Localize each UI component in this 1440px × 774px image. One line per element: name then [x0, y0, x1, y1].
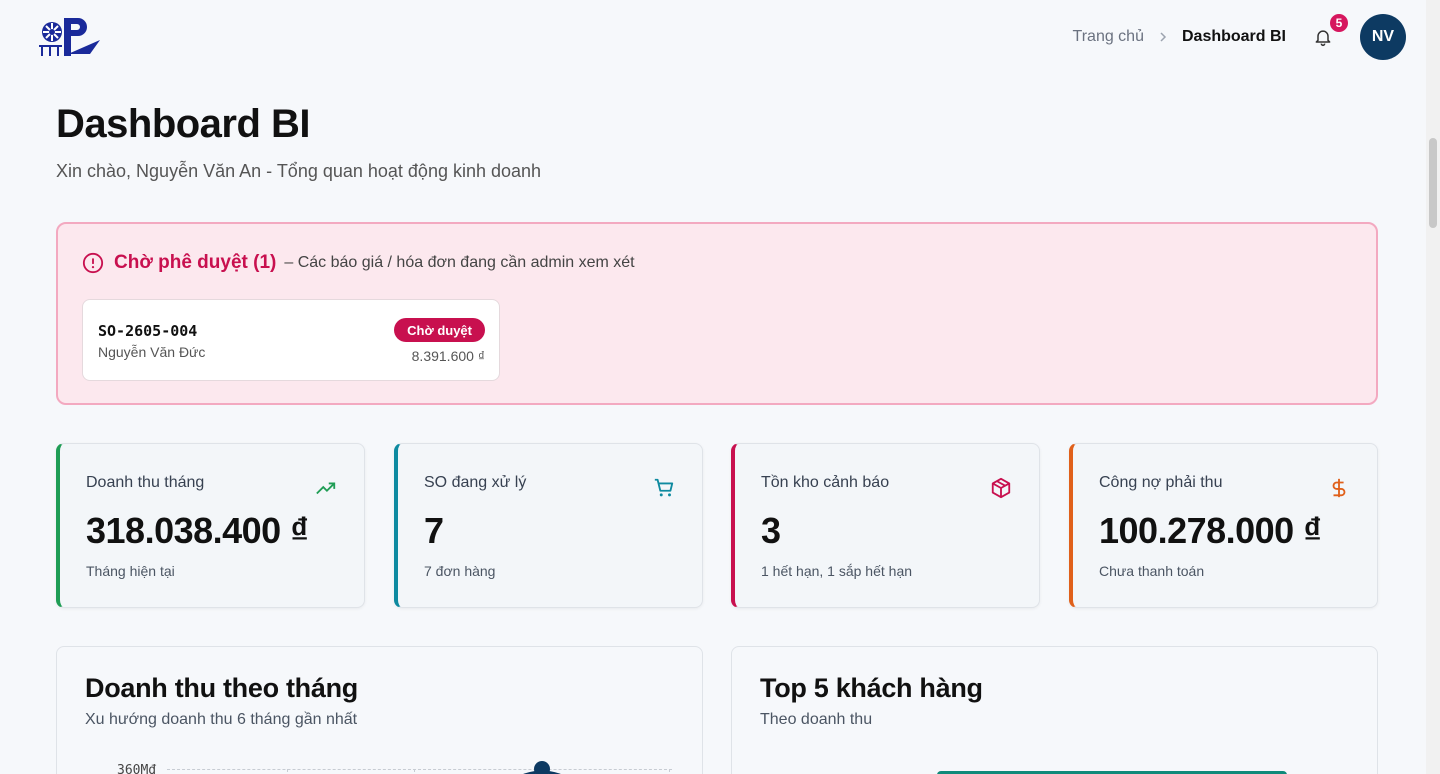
panel-title: Doanh thu theo tháng: [85, 673, 358, 703]
order-amount: 8.391.600 ₫: [411, 348, 485, 364]
dollar-icon: [1327, 476, 1351, 500]
panel-subtitle: Theo doanh thu: [760, 711, 873, 728]
chevron-right-icon: [1158, 31, 1168, 43]
stat-card-revenue[interactable]: Doanh thu tháng 318.038.400 ₫ Tháng hiện…: [56, 443, 365, 608]
stat-value: 3: [761, 510, 781, 551]
stat-label: SO đang xử lý: [424, 474, 527, 491]
stat-subtext: 1 hết hạn, 1 sắp hết hạn: [761, 563, 913, 579]
stat-subtext: Tháng hiện tại: [86, 563, 175, 579]
breadcrumb-current: Dashboard BI: [1181, 28, 1286, 45]
chart-gridline: [287, 769, 288, 774]
page-title: Dashboard BI: [56, 102, 311, 146]
alert-circle-icon: [82, 252, 104, 274]
trending-up-icon: [314, 476, 338, 500]
scrollbar-thumb[interactable]: [1429, 138, 1437, 228]
stat-subtext: 7 đơn hàng: [424, 563, 496, 579]
panel-subtitle: Xu hướng doanh thu 6 tháng gần nhất: [85, 711, 358, 728]
stat-value: 7: [424, 510, 444, 551]
pending-description: – Các báo giá / hóa đơn đang cần admin x…: [284, 254, 635, 271]
box-icon: [989, 476, 1013, 500]
company-logo[interactable]: [38, 14, 102, 60]
page-subtitle: Xin chào, Nguyễn Văn An - Tổng quan hoạt…: [56, 161, 542, 181]
chart-gridline: [167, 769, 672, 770]
pending-header: Chờ phê duyệt (1) – Các báo giá / hóa đơ…: [82, 252, 635, 274]
chart-gridline: [669, 769, 670, 774]
stat-label: Tồn kho cảnh báo: [761, 474, 890, 491]
stat-subtext: Chưa thanh toán: [1099, 563, 1205, 579]
order-code: SO-2605-004: [98, 322, 198, 340]
notification-button[interactable]: 5: [1312, 12, 1350, 48]
notification-badge: 5: [1328, 12, 1350, 34]
stat-value: 318.038.400 ₫: [86, 510, 309, 551]
stat-card-orders[interactable]: SO đang xử lý 7 7 đơn hàng: [394, 443, 703, 608]
customer-name: Nguyễn Văn Đức: [98, 344, 206, 360]
pending-approvals-panel: Chờ phê duyệt (1) – Các báo giá / hóa đơ…: [56, 222, 1378, 405]
breadcrumb-home[interactable]: Trang chủ: [1073, 28, 1144, 46]
panel-title: Top 5 khách hàng: [760, 673, 983, 703]
stat-card-inventory-alert[interactable]: Tồn kho cảnh báo 3 1 hết hạn, 1 sắp hết …: [731, 443, 1040, 608]
cart-icon: [652, 476, 676, 500]
stat-card-receivables[interactable]: Công nợ phải thu 100.278.000 ₫ Chưa than…: [1069, 443, 1378, 608]
revenue-chart-panel: Doanh thu theo tháng Xu hướng doanh thu …: [56, 646, 703, 774]
status-badge: Chờ duyệt: [394, 318, 485, 342]
stat-value: 100.278.000 ₫: [1099, 510, 1322, 551]
pending-item-card[interactable]: SO-2605-004 Nguyễn Văn Đức Chờ duyệt 8.3…: [82, 299, 500, 381]
y-axis-tick: 360M₫: [117, 763, 157, 774]
stat-label: Doanh thu tháng: [86, 474, 205, 491]
chart-point[interactable]: [534, 761, 550, 774]
pending-title: Chờ phê duyệt (1): [114, 252, 277, 273]
chart-gridline: [414, 769, 415, 774]
scrollbar[interactable]: [1426, 0, 1440, 774]
top-navigation: Trang chủ Dashboard BI 5 NV: [1073, 12, 1406, 60]
user-avatar[interactable]: NV: [1360, 14, 1406, 60]
stat-label: Công nợ phải thu: [1099, 474, 1223, 491]
top-customers-panel: Top 5 khách hàng Theo doanh thu: [731, 646, 1378, 774]
